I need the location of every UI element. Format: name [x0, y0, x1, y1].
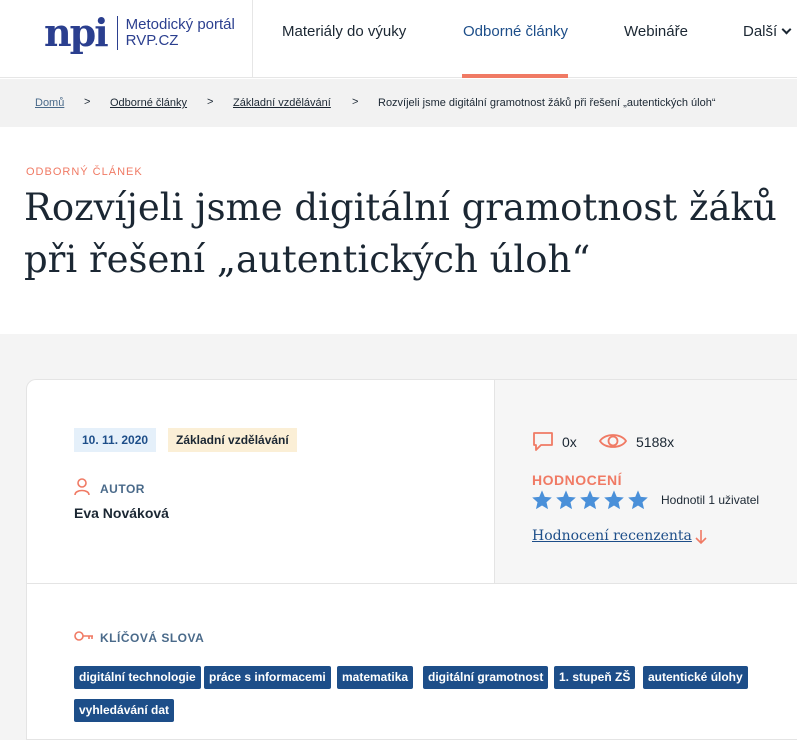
logo-line-1: Metodický portál [125, 16, 235, 33]
nav-odborne-clanky[interactable]: Odborné články [463, 23, 568, 40]
nav-materialy[interactable]: Materiály do výuky [282, 23, 406, 40]
breadcrumb-current: Rozvíjeli jsme digitální gramotnost žáků… [378, 97, 716, 109]
site-header: npi Metodický portál RVP.CZ Materiály do… [0, 0, 797, 78]
header-divider [252, 0, 253, 78]
key-icon [74, 631, 93, 641]
user-icon [74, 478, 90, 496]
nav-dalsi-label: Další [743, 23, 778, 40]
keyword-tag[interactable]: práce s informacemi [204, 666, 331, 689]
eye-icon [598, 434, 628, 448]
logo-divider [116, 16, 118, 50]
nav-webinare[interactable]: Webináře [624, 23, 688, 40]
site-logo[interactable]: npi Metodický portál RVP.CZ [44, 14, 235, 52]
logo-line-2: RVP.CZ [125, 32, 179, 49]
active-nav-indicator [462, 74, 568, 78]
level-badge[interactable]: Základní vzdělávání [168, 428, 297, 452]
article-kicker: ODBORNÝ ČLÁNEK [26, 166, 143, 178]
breadcrumb-zakladni-vzdelavani[interactable]: Základní vzdělávání [233, 97, 331, 109]
keyword-tag[interactable]: autentické úlohy [643, 666, 748, 689]
logo-text: Metodický portál RVP.CZ [126, 17, 235, 49]
star-icon[interactable] [627, 489, 649, 511]
star-icon[interactable] [531, 489, 553, 511]
author-name[interactable]: Eva Nováková [74, 505, 169, 521]
breadcrumb-home[interactable]: Domů [35, 97, 64, 109]
date-badge: 10. 11. 2020 [74, 428, 157, 452]
reviewer-rating-link[interactable]: Hodnocení recenzenta [532, 528, 692, 544]
keyword-tag[interactable]: vyhledávání dat [74, 699, 175, 722]
rating-stars[interactable] [531, 489, 651, 511]
keywords-label: KLÍČOVÁ SLOVA [100, 631, 205, 645]
keyword-tag[interactable]: matematika [337, 666, 414, 689]
rating-count: Hodnotil 1 uživatel [661, 493, 760, 507]
comment-icon [533, 432, 553, 451]
breadcrumb-separator: > [84, 96, 91, 108]
keyword-tag[interactable]: 1. stupeň ZŠ [554, 666, 636, 689]
nav-dalsi[interactable]: Další [743, 23, 792, 40]
breadcrumb-odborne-clanky[interactable]: Odborné články [110, 97, 187, 109]
views-count: 5188x [636, 434, 675, 450]
breadcrumb-separator: > [207, 96, 214, 108]
star-icon[interactable] [555, 489, 577, 511]
breadcrumb: Domů > Odborné články > Základní vzděláv… [0, 79, 797, 127]
keyword-tag[interactable]: digitální technologie [74, 666, 201, 689]
page-title: Rozvíjeli jsme digitální gramotnost žáků… [24, 186, 777, 281]
star-icon[interactable] [579, 489, 601, 511]
star-icon[interactable] [603, 489, 625, 511]
author-label: AUTOR [100, 482, 145, 496]
chevron-down-icon [781, 24, 792, 35]
rating-label: HODNOCENÍ [532, 472, 623, 488]
comment-count: 0x [562, 434, 577, 450]
breadcrumb-separator: > [352, 96, 359, 108]
logo-mark: npi [44, 10, 109, 55]
keyword-tag[interactable]: digitální gramotnost [423, 666, 549, 689]
card-divider [27, 583, 797, 584]
arrow-down-icon [695, 530, 707, 545]
